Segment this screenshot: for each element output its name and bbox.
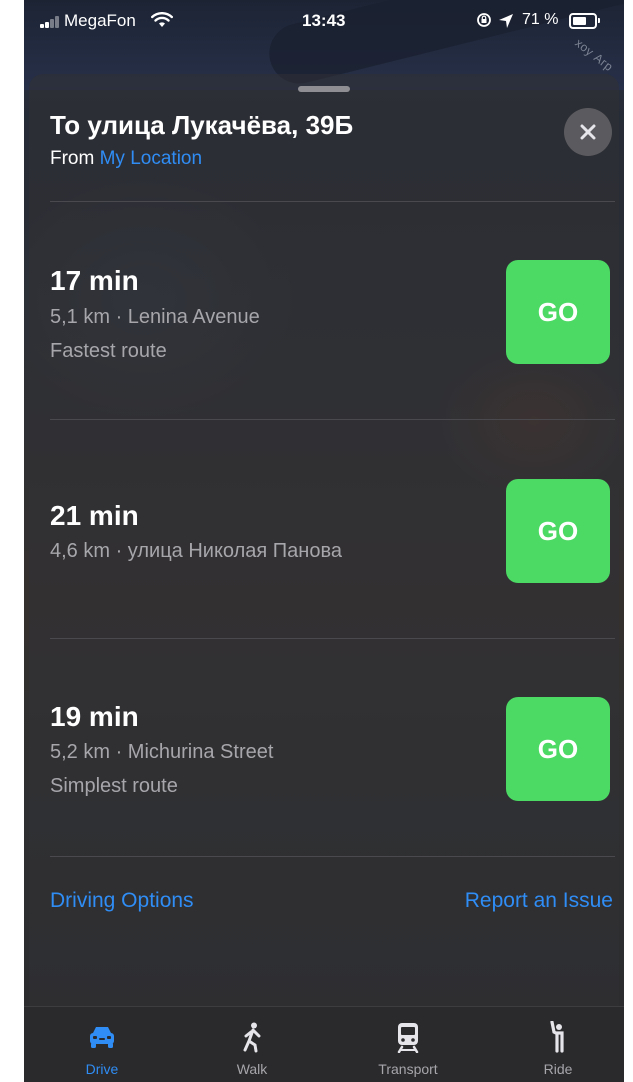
tab-transport[interactable]: Transport (353, 1007, 463, 1082)
route-details: 5,1 km · Lenina Avenue (50, 306, 260, 328)
tab-label: Walk (236, 1061, 268, 1077)
origin-location-link[interactable]: My Location (100, 148, 202, 169)
divider (50, 856, 615, 857)
car-icon (90, 1027, 114, 1048)
tab-drive[interactable]: Drive (47, 1007, 157, 1082)
route-details: 5,2 km · Michurina Street (50, 741, 274, 763)
wifi-icon (151, 12, 173, 27)
driving-options-link[interactable]: Driving Options (50, 889, 194, 913)
close-button[interactable] (564, 108, 612, 156)
divider (50, 419, 615, 420)
tab-label: Drive (85, 1061, 119, 1077)
tab-label: Transport (378, 1061, 438, 1077)
rotation-lock-icon (477, 13, 491, 27)
walk-icon (243, 1022, 261, 1053)
go-button[interactable]: GO (506, 697, 610, 801)
close-icon (580, 124, 596, 140)
battery-tip (598, 18, 600, 23)
tab-walk[interactable]: Walk (197, 1007, 307, 1082)
route-details: 4,6 km · улица Николая Панова (50, 540, 342, 562)
location-services-icon (499, 14, 513, 28)
divider (50, 201, 615, 202)
origin-line: From My Location (50, 148, 202, 170)
route-duration: 21 min (50, 500, 139, 531)
destination-title: То улица Лукачёва, 39Б (50, 110, 354, 140)
route-note: Fastest route (50, 340, 167, 362)
from-prefix: From (50, 148, 95, 169)
train-icon (397, 1023, 419, 1053)
directions-sheet: То улица Лукачёва, 39Б From My Location … (29, 74, 619, 1082)
divider (50, 638, 615, 639)
tab-label: Ride (543, 1061, 573, 1077)
carrier-name: MegaFon (64, 11, 136, 30)
route-note: Simplest route (50, 775, 178, 797)
status-time: 13:43 (302, 11, 346, 30)
maps-directions-screen: хоу Агр MegaFon 13:43 71 % То улица Лука… (24, 0, 624, 1082)
transport-mode-tab-bar: Drive Walk Transport Ride (24, 1006, 624, 1082)
go-button[interactable]: GO (506, 260, 610, 364)
route-duration: 17 min (50, 265, 139, 296)
status-bar: MegaFon 13:43 71 % (24, 0, 624, 42)
report-issue-link[interactable]: Report an Issue (465, 889, 613, 913)
person-hail-icon (550, 1021, 564, 1053)
battery-percent: 71 % (522, 11, 559, 28)
battery-icon (569, 13, 597, 29)
tab-ride[interactable]: Ride (503, 1007, 613, 1082)
route-duration: 19 min (50, 701, 139, 732)
sheet-grabber[interactable] (298, 86, 350, 92)
go-button[interactable]: GO (506, 479, 610, 583)
cellular-signal-icon (40, 16, 66, 28)
